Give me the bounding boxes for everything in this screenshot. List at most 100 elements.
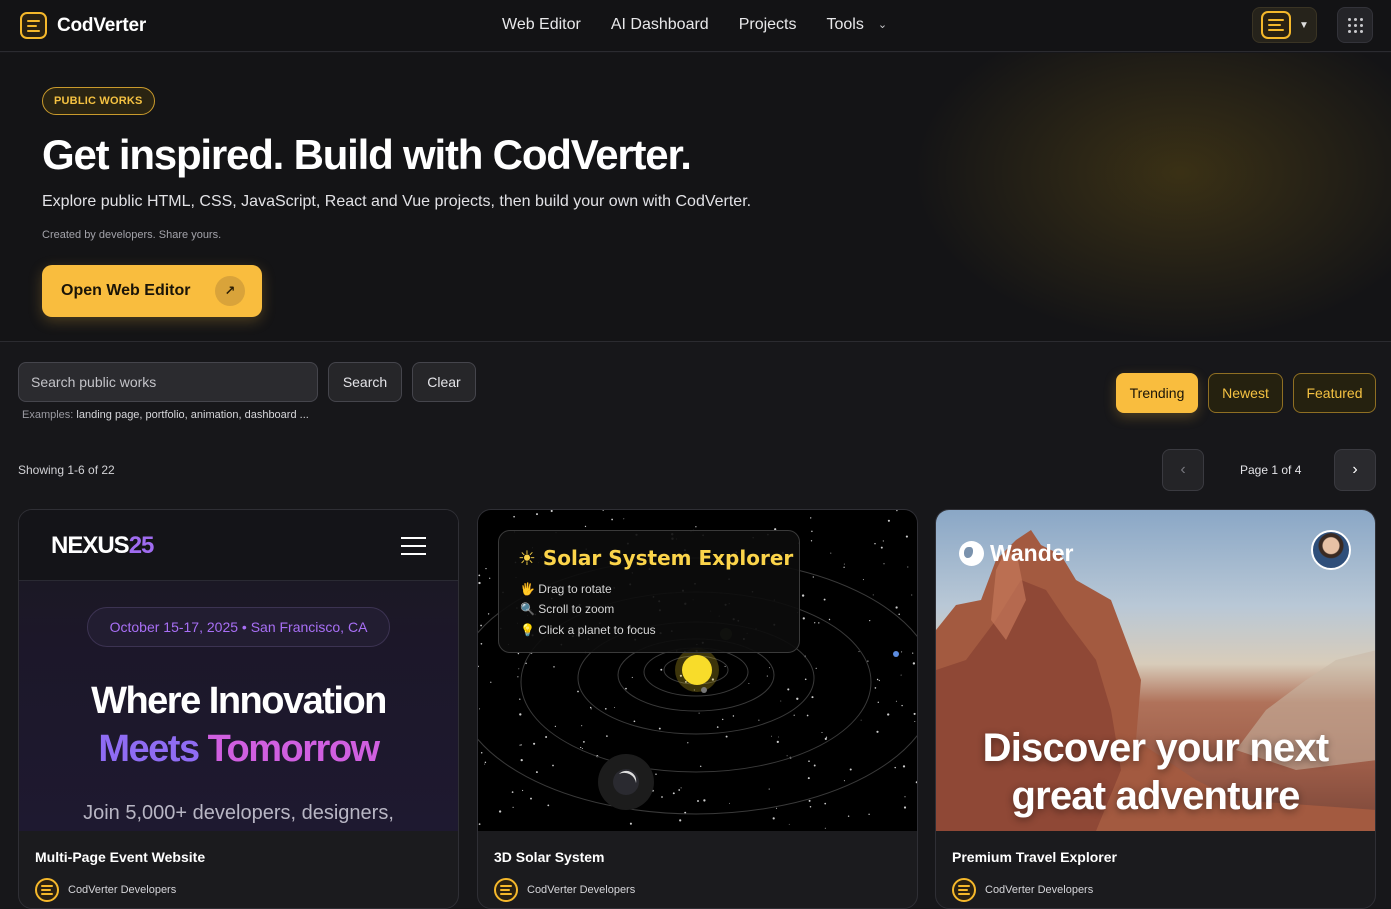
star — [787, 688, 790, 691]
star — [553, 666, 555, 668]
star — [478, 665, 479, 668]
star — [724, 665, 726, 667]
star — [604, 707, 607, 710]
filter-featured[interactable]: Featured — [1293, 373, 1376, 413]
solar-info-panel: ☀ Solar System Explorer 🖐 Drag to rotate… — [498, 530, 800, 653]
star — [814, 622, 816, 624]
apps-grid-button[interactable] — [1337, 7, 1373, 43]
star — [584, 525, 587, 528]
star — [898, 613, 900, 616]
star — [874, 687, 877, 689]
star — [758, 719, 760, 721]
star — [680, 787, 682, 789]
top-bar: CodVerter Web Editor AI Dashboard Projec… — [0, 0, 1391, 52]
hint-zoom: 🔍 Scroll to zoom — [520, 602, 615, 616]
star — [876, 730, 879, 733]
star — [631, 676, 633, 678]
clear-button[interactable]: Clear — [412, 362, 476, 402]
star — [778, 736, 780, 738]
filter-trending[interactable]: Trending — [1116, 373, 1198, 413]
star — [913, 712, 916, 715]
star — [824, 827, 826, 829]
star — [808, 760, 810, 762]
star — [513, 515, 515, 518]
nav-projects[interactable]: Projects — [739, 16, 797, 34]
chevron-down-icon: ▼ — [1299, 19, 1309, 31]
hint-focus: 💡 Click a planet to focus — [520, 623, 656, 637]
star — [687, 742, 689, 744]
project-card[interactable]: NEXUS25 October 15-17, 2025 • San Franci… — [18, 509, 459, 909]
card-author: CodVerter Developers — [494, 878, 635, 902]
star — [517, 676, 519, 678]
star — [535, 771, 538, 774]
nav-ai-dashboard[interactable]: AI Dashboard — [611, 16, 709, 34]
star — [658, 727, 661, 730]
hint-drag: 🖐 Drag to rotate — [520, 582, 612, 596]
search-button[interactable]: Search — [328, 362, 402, 402]
star — [536, 513, 538, 516]
star — [894, 766, 896, 769]
star — [877, 701, 880, 704]
star — [887, 519, 890, 522]
star — [519, 713, 522, 716]
star — [882, 540, 884, 542]
star — [874, 542, 876, 545]
star — [775, 807, 778, 809]
star — [697, 800, 699, 802]
star — [623, 518, 625, 520]
star — [901, 651, 903, 653]
star — [895, 700, 897, 702]
star — [554, 725, 557, 728]
nav-tools[interactable]: Tools ⌄ — [827, 16, 888, 34]
star — [868, 813, 870, 816]
brand-part-b: 25 — [128, 532, 155, 559]
star — [843, 780, 845, 782]
public-works-badge: PUBLIC WORKS — [42, 87, 155, 115]
hero-section: PUBLIC WORKS Get inspired. Build with Co… — [0, 53, 1391, 342]
nav-web-editor[interactable]: Web Editor — [502, 16, 581, 34]
card-title[interactable]: Multi-Page Event Website — [35, 849, 205, 865]
star — [480, 624, 482, 627]
open-web-editor-button[interactable]: Open Web Editor ↗ — [42, 265, 262, 317]
hero-note: Created by developers. Share yours. — [42, 229, 222, 241]
project-card[interactable]: Wander Discover your next great adventur… — [935, 509, 1376, 909]
star — [824, 802, 827, 805]
star — [872, 594, 874, 596]
filter-newest[interactable]: Newest — [1208, 373, 1283, 413]
star — [589, 706, 592, 709]
star — [903, 806, 907, 809]
star — [786, 755, 788, 757]
star — [847, 815, 850, 817]
next-page-button[interactable]: › — [1334, 449, 1376, 491]
card-title[interactable]: Premium Travel Explorer — [952, 849, 1117, 865]
star — [577, 690, 579, 693]
star — [824, 737, 827, 740]
solar-heading: ☀ Solar System Explorer — [518, 546, 794, 570]
author-avatar-icon — [952, 878, 976, 902]
star — [672, 792, 675, 795]
author-avatar-icon — [35, 878, 59, 902]
prev-page-button[interactable]: ‹ — [1162, 449, 1204, 491]
preview-headline-2: Meets Tomorrow — [19, 728, 458, 771]
star — [533, 742, 536, 745]
star — [828, 618, 831, 621]
card-title[interactable]: 3D Solar System — [494, 849, 605, 865]
star — [629, 822, 632, 825]
star — [748, 683, 750, 684]
star — [721, 718, 724, 721]
star — [907, 566, 909, 568]
star — [525, 662, 527, 665]
star — [611, 518, 613, 521]
star — [478, 823, 481, 825]
account-menu-button[interactable]: ▼ — [1252, 7, 1317, 43]
star — [768, 788, 770, 790]
star — [880, 546, 883, 549]
preview-brand: NEXUS25 — [51, 532, 155, 560]
star — [810, 540, 813, 542]
project-card[interactable]: ☀ Solar System Explorer 🖐 Drag to rotate… — [477, 509, 918, 909]
search-input[interactable] — [18, 362, 318, 402]
app-logo[interactable]: CodVerter — [20, 12, 146, 39]
user-avatar — [1311, 530, 1351, 570]
star — [517, 652, 520, 655]
star — [901, 704, 903, 707]
